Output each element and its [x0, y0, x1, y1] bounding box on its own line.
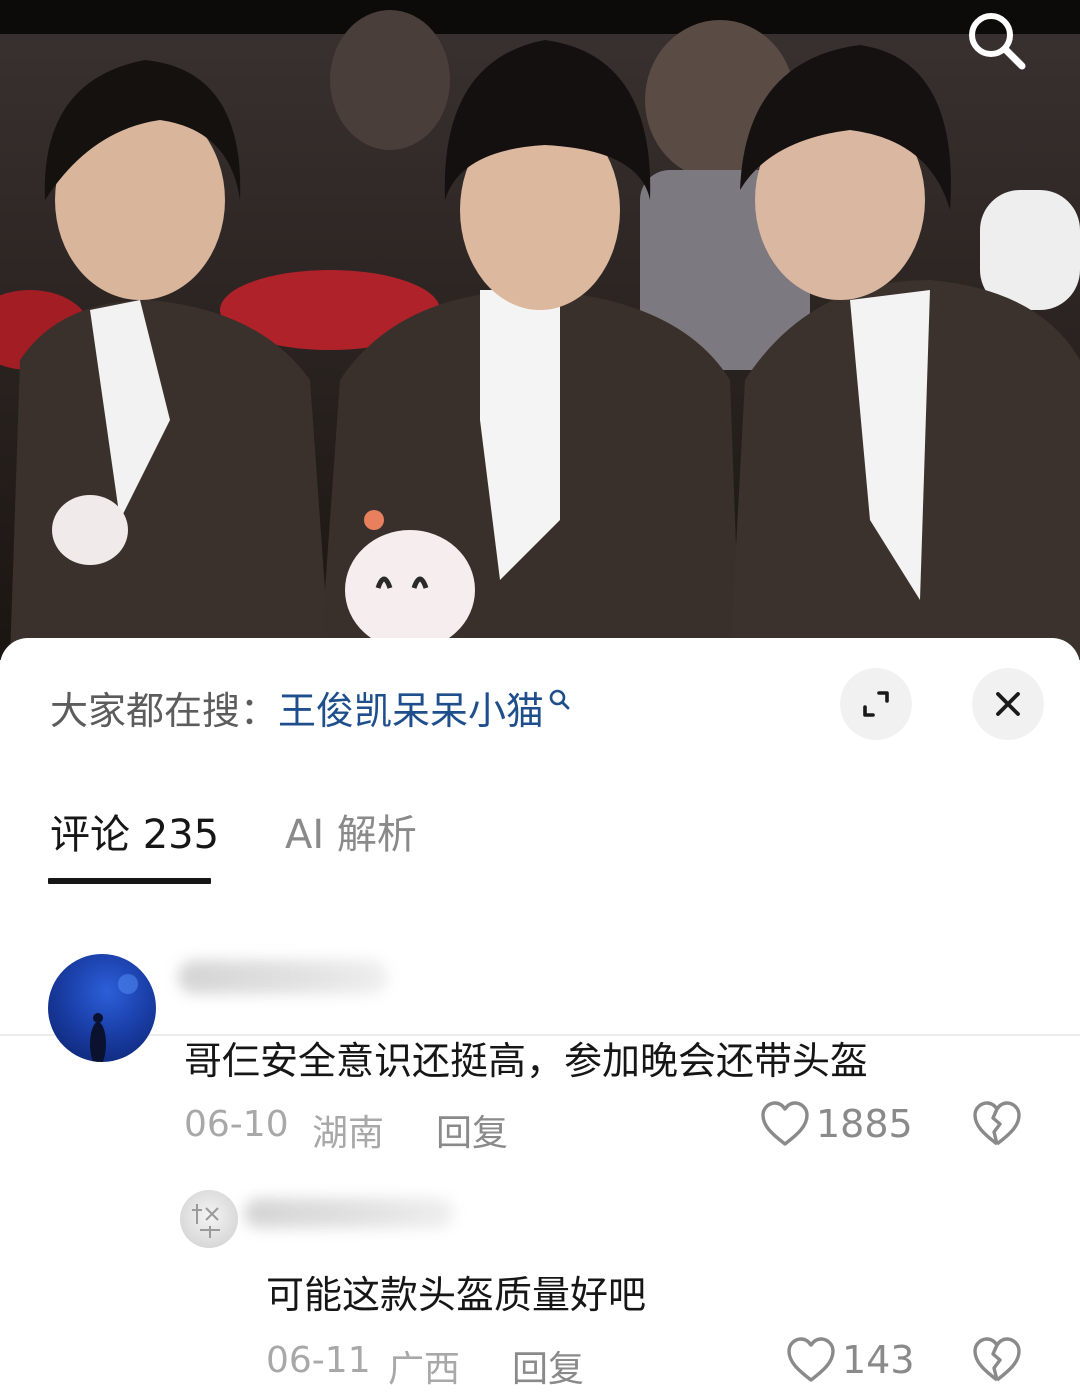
- comment-date: 06-10: [184, 1104, 289, 1145]
- reply-date: 06-11: [266, 1340, 371, 1381]
- username-blurred: [178, 960, 388, 994]
- heart-icon: [761, 1101, 809, 1146]
- search-button[interactable]: [958, 2, 1034, 78]
- video-player[interactable]: [0, 0, 1080, 660]
- broken-heart-icon: [973, 1101, 1021, 1146]
- tab-comments[interactable]: 评论 235: [50, 802, 219, 860]
- reply-reply-button[interactable]: 回复: [512, 1340, 584, 1392]
- comment-text: 哥仨安全意识还挺高，参加晚会还带头盔: [184, 1039, 869, 1083]
- close-button[interactable]: [972, 668, 1044, 740]
- reply-username-blurred: [244, 1198, 454, 1228]
- active-tab-indicator: [48, 878, 211, 884]
- tab-ai-analysis[interactable]: AI 解析: [285, 802, 417, 860]
- hot-search-prefix: 大家都在搜：: [50, 688, 279, 733]
- dislike-button[interactable]: [972, 1100, 1022, 1152]
- comment-location: 湖南: [312, 1113, 385, 1154]
- close-icon: [996, 692, 1020, 716]
- comment-tabs: 评论 235 AI 解析: [0, 788, 1080, 1036]
- reply-button[interactable]: 回复: [436, 1104, 508, 1156]
- magnifier-icon[interactable]: [548, 688, 572, 712]
- reply-avatar-image: [192, 1204, 220, 1238]
- reply-like-button[interactable]: 143: [786, 1336, 915, 1384]
- video-frame: [0, 0, 1080, 660]
- expand-icon: [863, 691, 889, 717]
- broken-heart-icon: [973, 1337, 1021, 1382]
- comment-sheet: 大家都在搜： 王俊凯呆呆小猫 评论 235 AI 解析 哥仨安全意识还挺高，参加…: [0, 638, 1080, 1394]
- hot-search-bar: 大家都在搜： 王俊凯呆呆小猫: [50, 680, 572, 735]
- reply-text: 可能这款头盔质量好吧: [266, 1273, 647, 1317]
- avatar-image: [90, 974, 138, 1062]
- like-count: 1885: [816, 1102, 913, 1146]
- avatar[interactable]: [48, 954, 156, 1062]
- search-icon: [969, 13, 1026, 70]
- like-button[interactable]: 1885: [760, 1100, 913, 1148]
- expand-button[interactable]: [840, 668, 912, 740]
- hot-search-link[interactable]: 王俊凯呆呆小猫: [278, 680, 544, 735]
- reply-like-count: 143: [842, 1338, 915, 1382]
- heart-icon: [787, 1337, 835, 1382]
- reply-location: 广西: [388, 1349, 461, 1390]
- reply-avatar[interactable]: [180, 1190, 238, 1248]
- reply-dislike-button[interactable]: [972, 1336, 1022, 1388]
